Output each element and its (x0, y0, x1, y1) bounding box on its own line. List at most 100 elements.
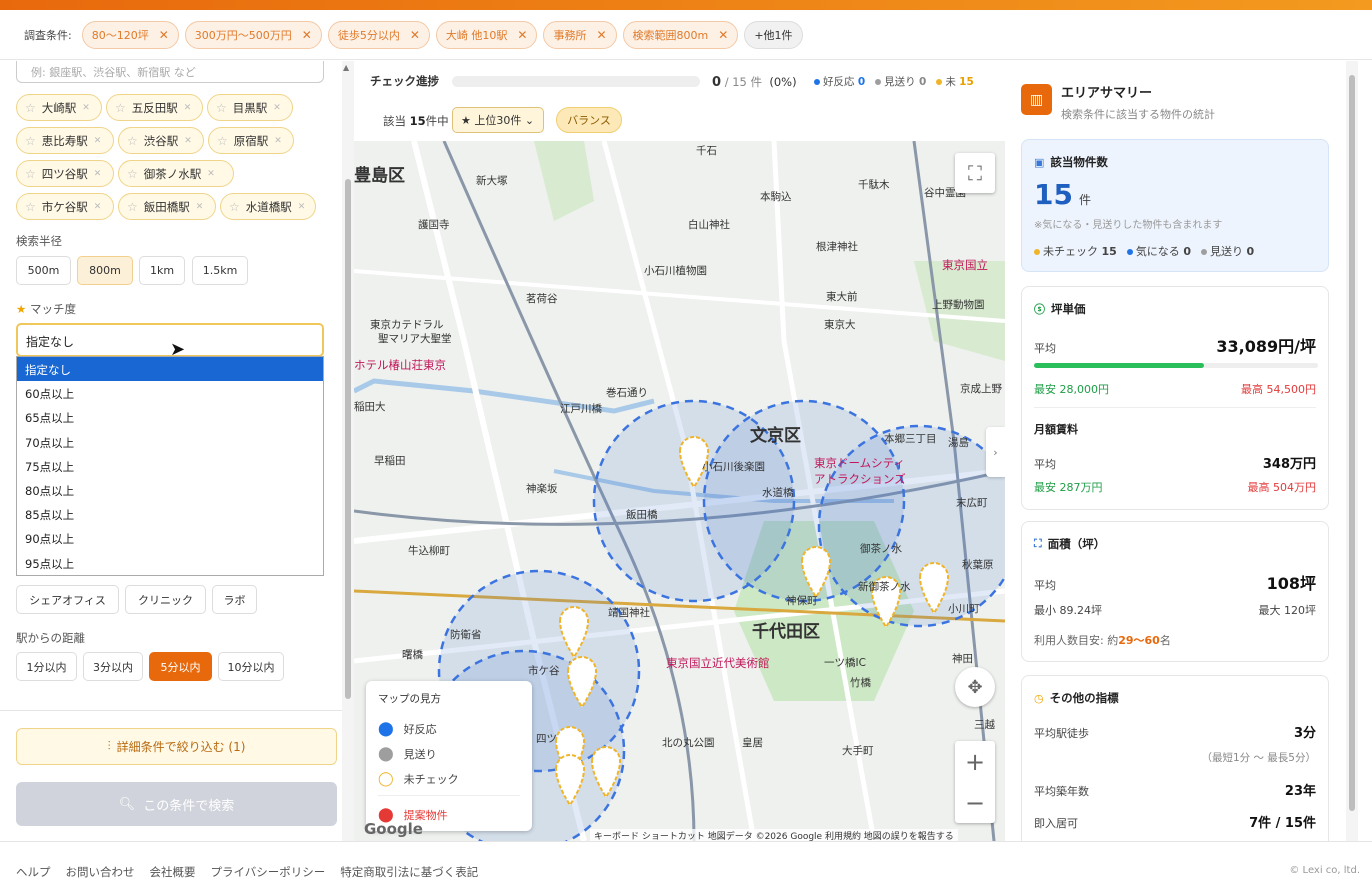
type-lab[interactable]: ラボ (212, 585, 257, 614)
match-option[interactable]: 90点以上 (17, 526, 323, 550)
station-chip[interactable]: ☆ 水道橋駅 ✕ (220, 193, 316, 220)
distance-3min[interactable]: 3分以内 (83, 652, 143, 681)
map-label: 新御茶ノ水 (858, 581, 911, 593)
footer-link-company[interactable]: 会社概要 (150, 864, 196, 880)
match-option[interactable]: 65点以上 (17, 405, 323, 429)
station-chip[interactable]: ☆ 原宿駅 ✕ (208, 127, 294, 154)
close-icon[interactable]: ✕ (94, 169, 102, 179)
map-collapse-handle[interactable]: › (986, 427, 1005, 477)
footer-link-help[interactable]: ヘルプ (16, 864, 51, 880)
footer-link-privacy[interactable]: プライバシーポリシー (211, 864, 326, 880)
legend-text: 好反応 (403, 722, 437, 736)
legend-un-count: 15 (959, 76, 974, 88)
close-icon[interactable]: ✕ (82, 103, 90, 113)
match-option[interactable]: 75点以上 (17, 454, 323, 478)
chip-label: 事務所 (553, 28, 587, 42)
match-option[interactable]: 指定なし (17, 357, 323, 382)
scroll-up-icon[interactable]: ▲ (343, 63, 349, 72)
close-icon[interactable]: ✕ (410, 28, 420, 42)
condition-chip-area[interactable]: 80〜120坪 ✕ (81, 20, 179, 49)
close-icon[interactable]: ✕ (184, 136, 192, 146)
match-option[interactable]: 60点以上 (17, 381, 323, 405)
condition-chip-walk[interactable]: 徒歩5分以内 ✕ (327, 20, 430, 49)
distance-1min[interactable]: 1分以内 (16, 652, 77, 681)
condition-chip-type[interactable]: 事務所 ✕ (543, 20, 617, 49)
close-icon[interactable]: ✕ (196, 202, 204, 212)
match-option[interactable]: 70点以上 (17, 430, 323, 454)
station-search-input[interactable]: 例: 銀座駅、渋谷駅、新宿駅 など (16, 61, 324, 83)
star-icon[interactable]: ☆ (216, 101, 227, 115)
station-chip[interactable]: ☆ 飯田橋駅 ✕ (118, 193, 216, 220)
search-button[interactable]: 🔍︎ この条件で検索 (16, 782, 337, 826)
star-icon[interactable]: ☆ (127, 200, 138, 214)
top-n-label: ★ 上位30件 (461, 114, 522, 127)
station-chip[interactable]: ☆ 渋谷駅 ✕ (118, 127, 204, 154)
footer-link-legal[interactable]: 特定商取引法に基づく表記 (340, 864, 478, 880)
close-icon[interactable]: ✕ (302, 28, 312, 42)
condition-chip-range[interactable]: 検索範囲800m ✕ (622, 20, 739, 49)
match-option[interactable]: 85点以上 (17, 502, 323, 526)
pan-control-icon[interactable]: ✥ (955, 667, 995, 707)
close-icon[interactable]: ✕ (517, 28, 527, 42)
tsubo-range-fill (1034, 363, 1205, 368)
close-icon[interactable]: ✕ (94, 136, 102, 146)
condition-chip-stations[interactable]: 大崎 他10駅 ✕ (435, 20, 538, 49)
close-icon[interactable]: ✕ (94, 202, 102, 212)
scrollbar-thumb[interactable] (1349, 75, 1355, 811)
map-label: 防衛省 (450, 629, 482, 641)
distance-10min[interactable]: 10分以内 (218, 652, 284, 681)
radius-800m[interactable]: 800m (77, 256, 133, 285)
station-chip[interactable]: ☆ 恵比寿駅 ✕ (16, 127, 114, 154)
close-icon[interactable]: ✕ (273, 103, 281, 113)
balance-button[interactable]: バランス (556, 107, 622, 133)
star-icon[interactable]: ☆ (25, 200, 36, 214)
type-shared-office[interactable]: シェアオフィス (16, 585, 119, 614)
star-icon[interactable]: ☆ (127, 167, 138, 181)
star-icon[interactable]: ☆ (229, 200, 240, 214)
star-icon[interactable]: ☆ (25, 167, 36, 181)
fullscreen-icon[interactable]: ⛶ (955, 153, 995, 193)
condition-chip-rent[interactable]: 300万円〜500万円 ✕ (184, 20, 322, 49)
station-chip[interactable]: ☆ 目黒駅 ✕ (207, 94, 293, 121)
match-option[interactable]: 80点以上 (17, 478, 323, 502)
close-icon[interactable]: ✕ (184, 103, 192, 113)
station-chip[interactable]: ☆ 市ケ谷駅 ✕ (16, 193, 114, 220)
star-icon[interactable]: ☆ (127, 134, 138, 148)
star-icon[interactable]: ☆ (25, 101, 36, 115)
close-icon[interactable]: ✕ (207, 169, 215, 179)
station-chip[interactable]: ☆ 御茶ノ水駅 ✕ (118, 160, 234, 187)
radius-1-5km[interactable]: 1.5km (192, 256, 248, 285)
age-average: 平均築年数 23年 (1034, 780, 1316, 799)
map-label: 末広町 (956, 497, 988, 509)
map-attribution[interactable]: キーボード ショートカット 地図データ ©2026 Google 利用規約 地図… (590, 829, 958, 841)
station-chip[interactable]: ☆ 四ツ谷駅 ✕ (16, 160, 114, 187)
zoom-in-button[interactable]: + (955, 741, 995, 782)
close-icon[interactable]: ✕ (298, 202, 306, 212)
close-icon[interactable]: ✕ (159, 28, 169, 42)
type-clinic[interactable]: クリニック (125, 585, 206, 614)
close-icon[interactable]: ✕ (596, 28, 606, 42)
divider (378, 795, 520, 796)
condition-chip-more[interactable]: +他1件 (744, 20, 803, 49)
area-people: 利用人数目安: 約29〜60名 (1034, 632, 1171, 648)
station-chip[interactable]: ☆ 大崎駅 ✕ (16, 94, 102, 121)
detail-filter-button[interactable]: ⫶ 詳細条件で絞り込む (1) (16, 728, 337, 765)
star-icon[interactable]: ☆ (25, 134, 36, 148)
distance-5min[interactable]: 5分以内 (149, 652, 212, 681)
map[interactable]: 豊島区 文京区 千代田区 新大塚 千石 千駄木 谷中霊園 本駒込 護国寺 白山神… (354, 141, 1005, 841)
close-icon[interactable]: ✕ (718, 28, 728, 42)
footer-link-contact[interactable]: お問い合わせ (66, 864, 135, 880)
right-scrollbar[interactable] (1346, 61, 1358, 841)
top-n-select[interactable]: ★ 上位30件 ⌄ (452, 107, 544, 133)
radius-1km[interactable]: 1km (139, 256, 185, 285)
star-icon[interactable]: ☆ (115, 101, 126, 115)
zoom-out-button[interactable]: − (955, 782, 995, 823)
scrollbar-thumb[interactable] (345, 179, 351, 699)
match-option[interactable]: 95点以上 (17, 551, 323, 575)
star-icon[interactable]: ☆ (217, 134, 228, 148)
close-icon[interactable]: ✕ (274, 136, 282, 146)
station-chip[interactable]: ☆ 五反田駅 ✕ (106, 94, 203, 121)
radius-500m[interactable]: 500m (16, 256, 71, 285)
left-scrollbar[interactable]: ▲ (342, 61, 354, 841)
rent-average: 平均 348万円 (1034, 453, 1316, 472)
